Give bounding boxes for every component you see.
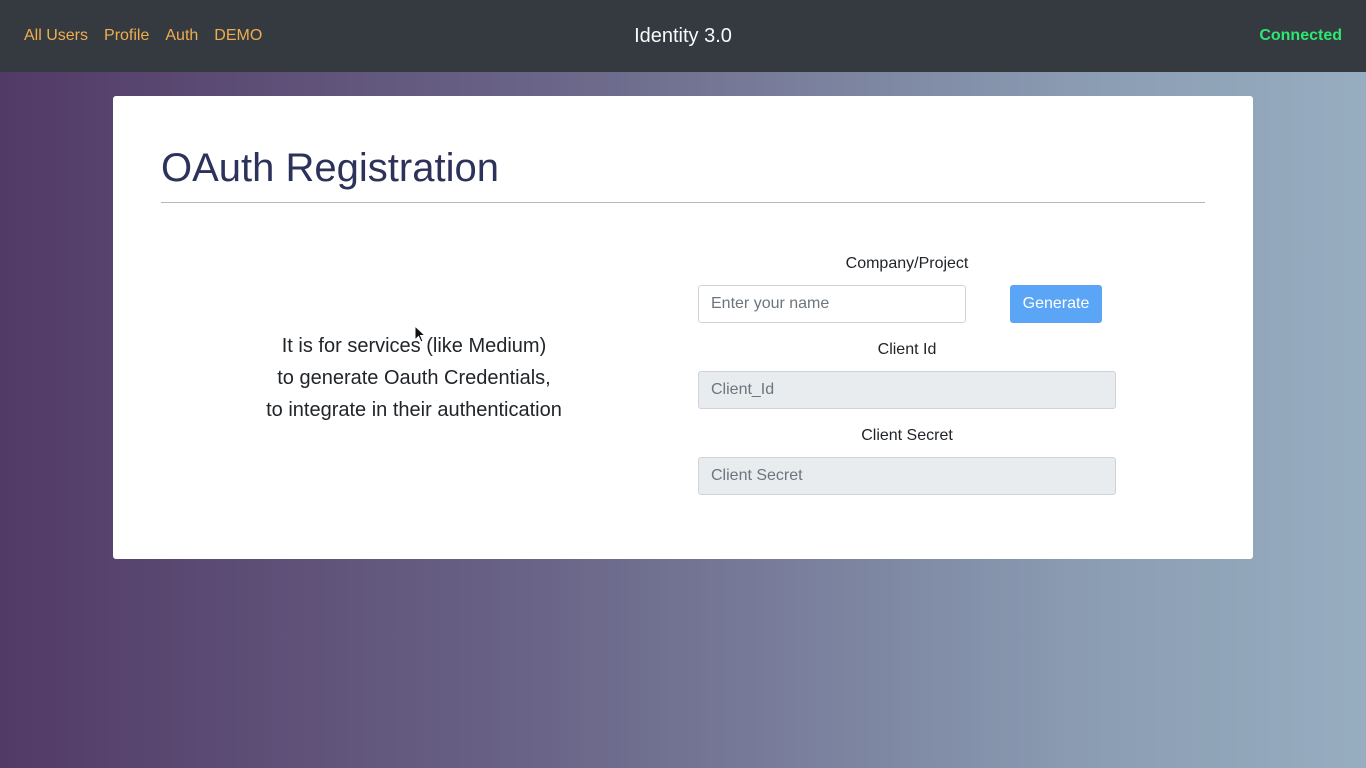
registration-card: OAuth Registration It is for services (l… bbox=[113, 96, 1253, 559]
mouse-pointer-icon bbox=[414, 325, 426, 343]
company-input[interactable] bbox=[698, 285, 966, 323]
client-id-field[interactable] bbox=[698, 371, 1116, 409]
page-description: It is for services (like Medium) to gene… bbox=[213, 330, 615, 426]
client-secret-field[interactable] bbox=[698, 457, 1116, 495]
nav-link-demo[interactable]: DEMO bbox=[214, 27, 262, 45]
generate-button[interactable]: Generate bbox=[1010, 285, 1102, 323]
client-id-label: Client Id bbox=[877, 341, 937, 358]
client-secret-label: Client Secret bbox=[861, 427, 953, 444]
title-divider bbox=[161, 202, 1205, 203]
top-navbar: All Users Profile Auth DEMO Identity 3.0… bbox=[0, 0, 1366, 72]
company-label: Company/Project bbox=[845, 255, 969, 272]
page-title: OAuth Registration bbox=[161, 146, 499, 190]
description-line: to integrate in their authentication bbox=[266, 399, 562, 421]
description-line: to generate Oauth Credentials, bbox=[277, 367, 551, 389]
nav-links: All Users Profile Auth DEMO bbox=[24, 0, 278, 72]
nav-link-auth[interactable]: Auth bbox=[165, 27, 198, 45]
nav-link-profile[interactable]: Profile bbox=[104, 27, 149, 45]
nav-link-all-users[interactable]: All Users bbox=[24, 27, 88, 45]
connection-status: Connected bbox=[1259, 27, 1342, 44]
